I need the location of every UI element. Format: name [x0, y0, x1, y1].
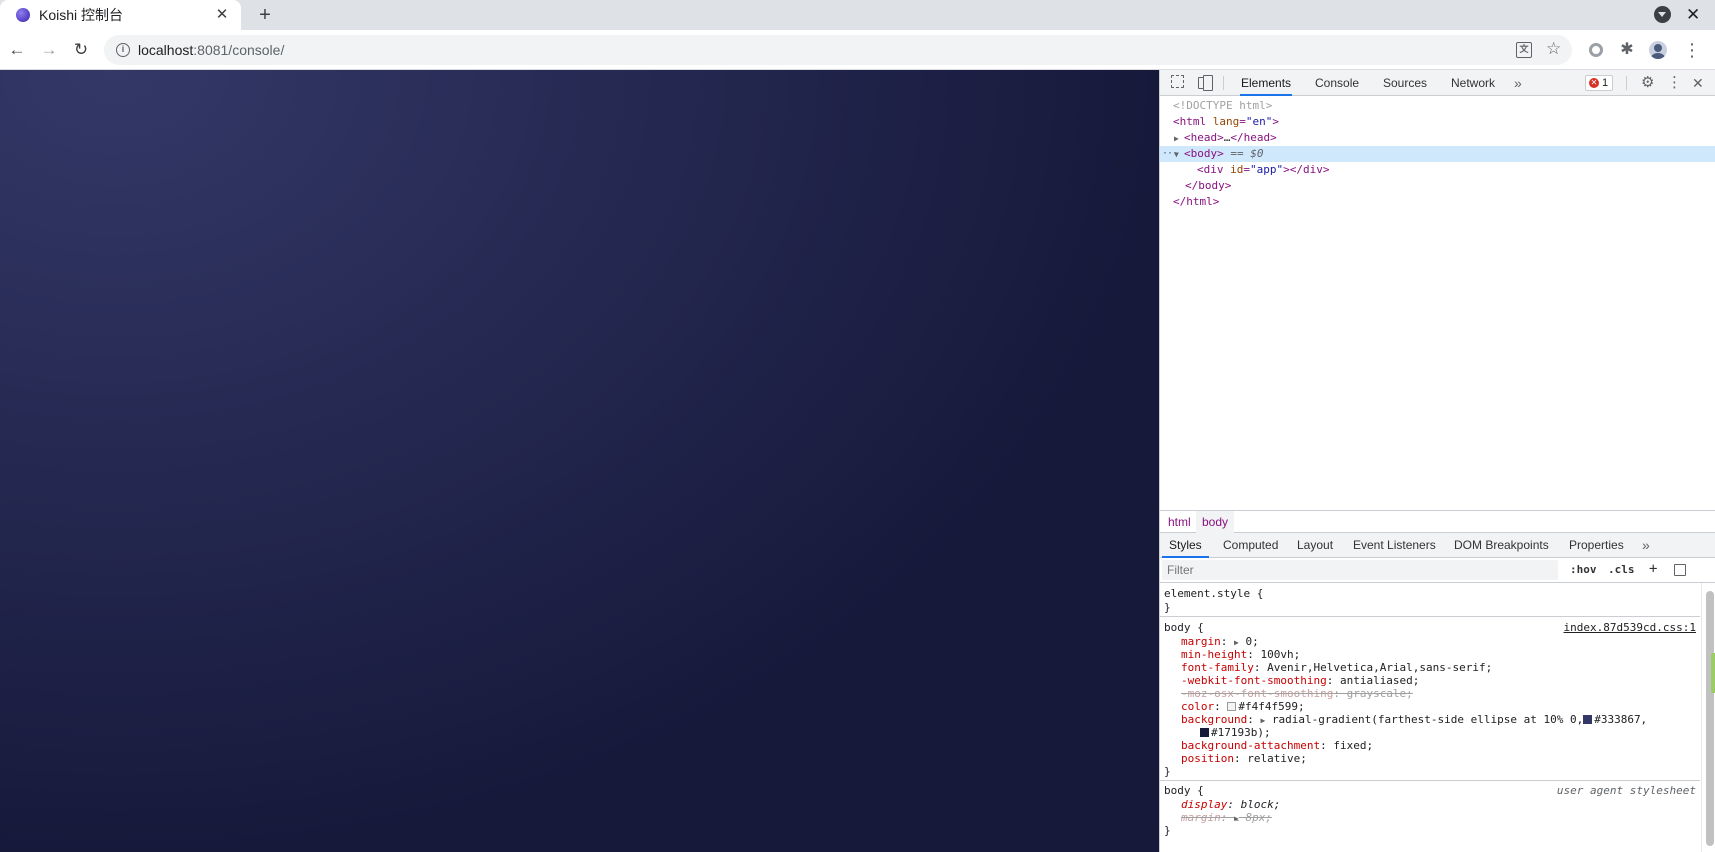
browser-menu-icon[interactable]: ⋮ [1680, 38, 1704, 62]
style-prop-background-cont[interactable]: #17193b); [1200, 726, 1700, 739]
device-toolbar-icon[interactable] [1198, 75, 1213, 91]
site-info-icon[interactable]: i [116, 43, 130, 57]
extensions-puzzle-icon[interactable]: ✱ [1615, 38, 1639, 62]
element-style-selector[interactable]: element.style { [1164, 587, 1700, 600]
browser-tab-koishi[interactable]: Koishi 控制台 ✕ [0, 0, 241, 30]
subtab-properties[interactable]: Properties [1569, 533, 1624, 558]
dom-head-node[interactable]: ▶ <head>…</head> [1160, 130, 1715, 146]
extension-circle-icon[interactable] [1584, 38, 1608, 62]
address-bar[interactable]: i localhost:8081/console/ 文 ☆ [104, 35, 1572, 65]
style-prop-position[interactable]: position: relative; [1181, 752, 1700, 765]
new-tab-button[interactable]: + [253, 3, 277, 27]
error-count-badge[interactable]: ✕ 1 [1585, 75, 1614, 91]
dom-div-app-node[interactable]: <div id="app"></div> [1160, 162, 1715, 178]
style-prop-min-height[interactable]: min-height: 100vh; [1181, 648, 1700, 661]
element-style-close: } [1164, 601, 1171, 614]
color-swatch[interactable] [1200, 728, 1209, 737]
tab-sources[interactable]: Sources [1383, 70, 1427, 96]
subtab-dom-breakpoints[interactable]: DOM Breakpoints [1454, 533, 1549, 558]
body-rule-close: } [1164, 765, 1171, 778]
tab-separator [1223, 76, 1224, 90]
dom-tree: <!DOCTYPE html> <html lang="en"> ▶ <head>… [1160, 96, 1715, 510]
ua-prop-margin[interactable]: margin: ▶ 8px; [1181, 811, 1700, 824]
style-prop-margin[interactable]: margin: ▶ 0; [1181, 635, 1700, 648]
url-path: :8081/console/ [193, 42, 285, 58]
devtools-settings-icon[interactable]: ⚙ [1641, 75, 1654, 91]
tab-search-icon[interactable] [1654, 6, 1671, 23]
browser-toolbar: ← → ↻ i localhost:8081/console/ 文 ☆ ✱ ⋮ [0, 30, 1715, 70]
reload-button[interactable]: ↻ [69, 38, 93, 62]
tab-network[interactable]: Network [1451, 70, 1495, 96]
bookmark-star-icon[interactable]: ☆ [1546, 39, 1561, 59]
rule-divider [1160, 616, 1700, 617]
tab-close-icon[interactable]: ✕ [213, 6, 231, 24]
scrollbar-thumb[interactable] [1706, 591, 1714, 846]
styles-pane: element.style { } body { index.87d539cd.… [1160, 583, 1700, 852]
styles-filter-bar: Filter :hov .cls + [1160, 558, 1715, 583]
rule-divider [1160, 780, 1700, 781]
toggle-sidebar-icon[interactable] [1674, 564, 1686, 576]
dom-body-close[interactable]: </body> [1160, 178, 1715, 194]
subtab-styles[interactable]: Styles [1162, 533, 1209, 558]
error-count: 1 [1602, 77, 1609, 89]
new-style-rule-button[interactable]: + [1649, 561, 1657, 577]
devtools-close-icon[interactable]: ✕ [1692, 75, 1704, 91]
color-swatch[interactable] [1227, 702, 1237, 711]
dom-html-node[interactable]: <html lang="en"> [1160, 114, 1715, 130]
styles-filter-input[interactable] [1162, 560, 1558, 580]
koishi-favicon-icon [16, 8, 30, 22]
translate-icon[interactable]: 文 [1516, 42, 1532, 58]
ua-stylesheet-label: user agent stylesheet [1556, 784, 1696, 797]
breadcrumb-body[interactable]: body [1196, 511, 1235, 533]
expand-triangle-icon[interactable]: ▶ [1174, 131, 1184, 147]
more-tabs-icon[interactable]: » [1514, 70, 1522, 96]
breadcrumb-html[interactable]: html [1162, 511, 1197, 533]
devtools-menu-icon[interactable]: ⋮ [1667, 75, 1682, 91]
dom-body-node[interactable]: ··· ▼ <body> == $0 [1160, 146, 1715, 162]
scrollbar-marker [1711, 653, 1715, 693]
style-prop-color[interactable]: color: #f4f4f599; [1181, 700, 1700, 713]
color-swatch[interactable] [1583, 715, 1593, 724]
filter-placeholder: Filter [1167, 563, 1194, 577]
subtab-computed[interactable]: Computed [1223, 533, 1278, 558]
inspect-element-icon[interactable] [1171, 75, 1184, 88]
ua-rule-close: } [1164, 824, 1171, 837]
body-rule-source-link[interactable]: index.87d539cd.css:1 [1564, 621, 1696, 634]
styles-scrollbar[interactable] [1701, 583, 1715, 852]
style-prop-background-attachment[interactable]: background-attachment: fixed; [1181, 739, 1700, 752]
back-button[interactable]: ← [5, 38, 29, 62]
cls-toggle-button[interactable]: .cls [1608, 563, 1635, 576]
tab-strip: Koishi 控制台 ✕ + ✕ [0, 0, 1715, 30]
tab-console[interactable]: Console [1315, 70, 1359, 96]
profile-avatar-icon[interactable] [1646, 38, 1670, 62]
ua-prop-display[interactable]: display: block; [1181, 798, 1700, 811]
devtools-tabbar: Elements Console Sources Network » ✕ 1 ⚙ … [1160, 70, 1715, 96]
style-prop-font-family[interactable]: font-family: Avenir,Helvetica,Arial,sans… [1181, 661, 1700, 674]
error-icon: ✕ [1589, 78, 1599, 88]
subtab-event-listeners[interactable]: Event Listeners [1353, 533, 1436, 558]
more-subtabs-icon[interactable]: » [1642, 533, 1650, 558]
url-text[interactable]: localhost:8081/console/ [138, 42, 284, 58]
tab-title: Koishi 控制台 [39, 7, 124, 23]
page-viewport [0, 70, 1159, 852]
devtools-panel: Elements Console Sources Network » ✕ 1 ⚙ … [1159, 70, 1715, 852]
tab-separator [1626, 76, 1627, 90]
tab-elements[interactable]: Elements [1240, 70, 1293, 96]
forward-button[interactable]: → [37, 38, 61, 62]
hov-toggle-button[interactable]: :hov [1570, 563, 1597, 576]
styles-subtabs: Styles Computed Layout Event Listeners D… [1160, 533, 1715, 558]
dom-more-dots[interactable]: ··· [1162, 146, 1178, 162]
url-host: localhost [138, 42, 194, 58]
style-prop-moz-font-smoothing[interactable]: -moz-osx-font-smoothing: grayscale; [1181, 687, 1700, 700]
dom-html-close[interactable]: </html> [1160, 194, 1715, 210]
window-close-button[interactable]: ✕ [1686, 3, 1700, 27]
breadcrumb: html body [1160, 510, 1715, 533]
style-prop-background[interactable]: background: ▶ radial-gradient(farthest-s… [1181, 713, 1700, 726]
dom-doctype[interactable]: <!DOCTYPE html> [1160, 98, 1715, 114]
style-prop-webkit-font-smoothing[interactable]: -webkit-font-smoothing: antialiased; [1181, 674, 1700, 687]
subtab-layout[interactable]: Layout [1297, 533, 1333, 558]
